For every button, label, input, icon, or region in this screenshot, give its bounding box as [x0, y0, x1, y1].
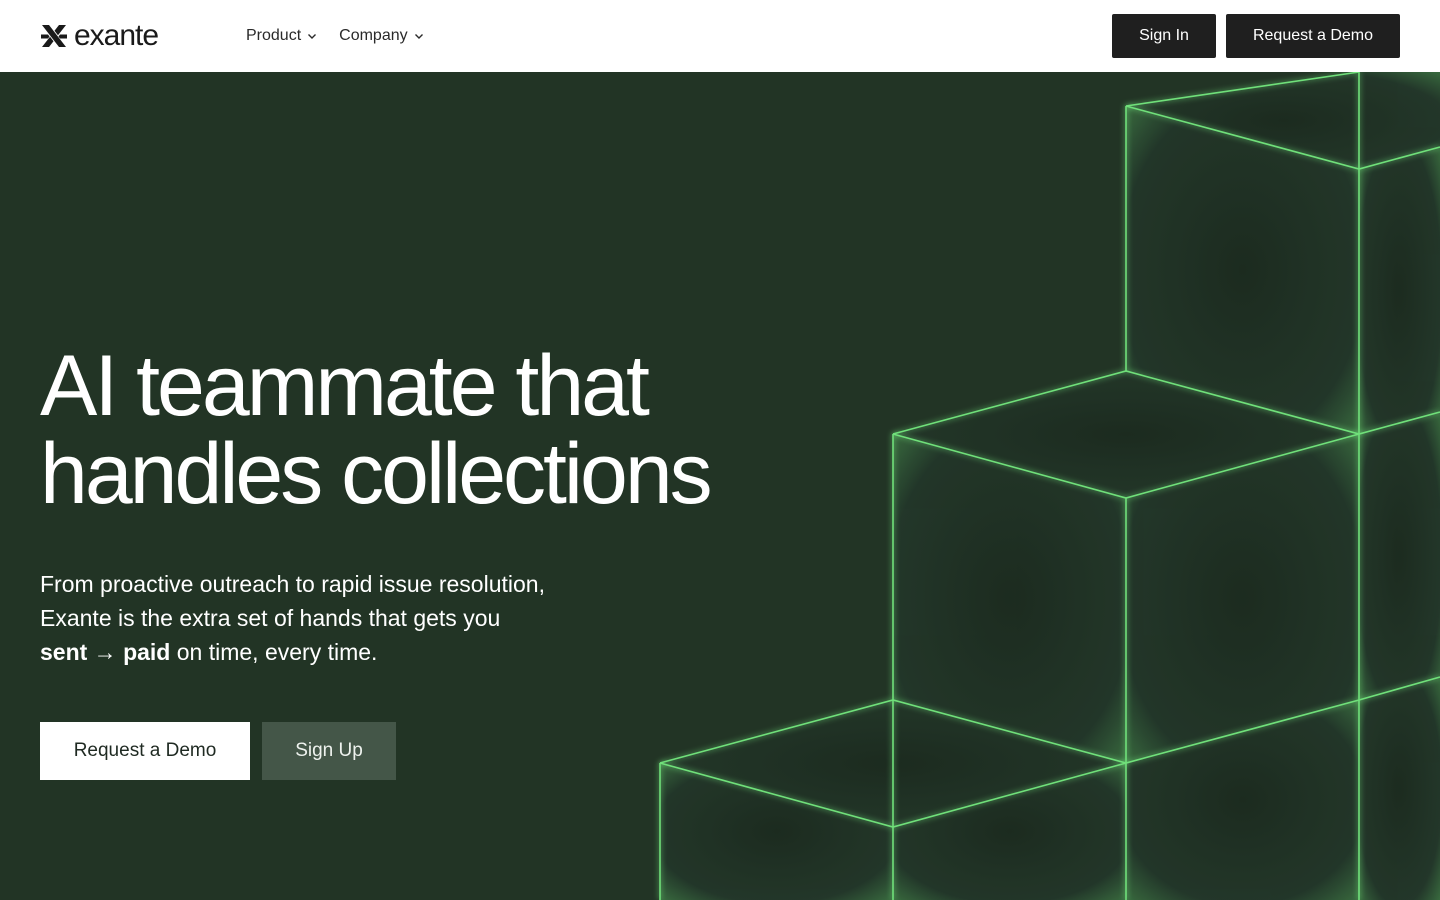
headline-line-2: handles collections	[40, 426, 713, 522]
sub-text-part-1: From proactive outreach to rapid issue r…	[40, 571, 545, 631]
top-nav: exante Product Company Sign In Request a…	[0, 0, 1440, 72]
logo[interactable]: exante	[40, 19, 159, 52]
hero-section: AI teammate that handles collections Fro…	[0, 72, 1440, 900]
sub-text-bold: sent → paid	[40, 639, 171, 665]
menu-item-label: Company	[339, 27, 408, 44]
request-demo-button[interactable]: Request a Demo	[40, 722, 250, 780]
brand-name: exante	[74, 19, 159, 52]
chevron-down-icon	[308, 34, 317, 39]
menu-item-company[interactable]: Company	[339, 24, 423, 48]
sign-up-button[interactable]: Sign Up	[262, 722, 396, 780]
main-menu: Product Company	[246, 24, 424, 48]
menu-item-label: Product	[246, 27, 302, 44]
request-demo-nav-button[interactable]: Request a Demo	[1226, 14, 1400, 58]
menu-item-product[interactable]: Product	[246, 24, 317, 48]
chevron-down-icon	[414, 34, 423, 39]
hero-subheadline: From proactive outreach to rapid issue r…	[40, 567, 550, 669]
sign-in-button[interactable]: Sign In	[1112, 14, 1216, 58]
hero-headline: AI teammate that handles collections	[40, 342, 800, 518]
headline-line-1: AI teammate that	[40, 338, 650, 434]
sub-text-part-2: on time, every time.	[170, 639, 378, 665]
exante-logo-icon	[41, 25, 67, 47]
